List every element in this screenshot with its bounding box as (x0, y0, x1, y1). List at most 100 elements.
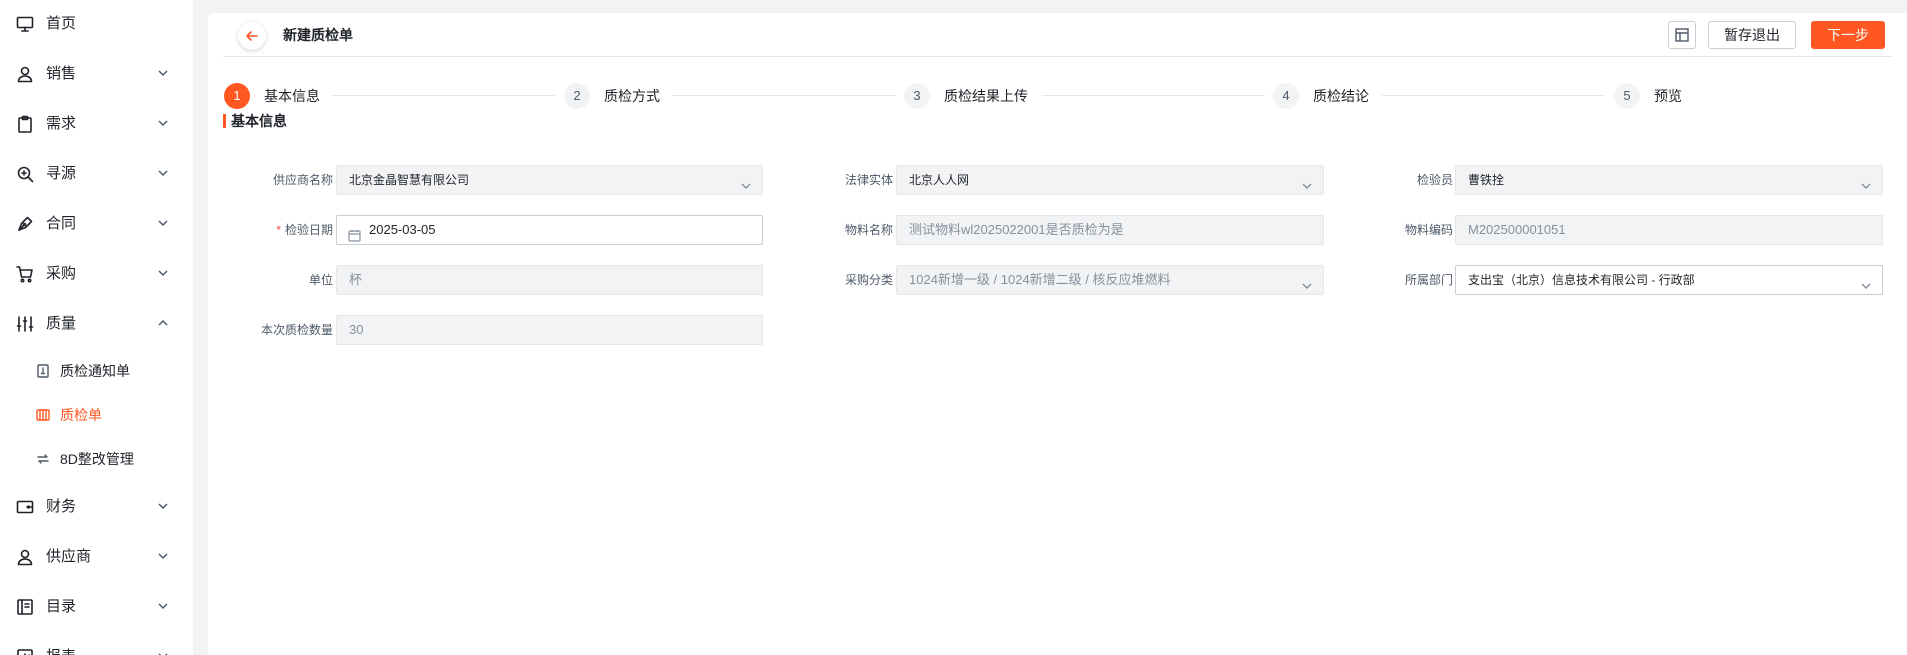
sidebar-item-label: 财务 (46, 498, 77, 515)
step-connector (332, 95, 555, 96)
sidebar-item-label: 首页 (46, 15, 77, 32)
inspection-date-input[interactable] (369, 216, 669, 244)
department-value: 支出宝（北京）信息技术有限公司 - 行政部 (1468, 273, 1695, 287)
step-label: 质检结论 (1313, 88, 1369, 104)
chevron-down-icon (156, 649, 170, 655)
legal-entity-select[interactable]: 北京人人网 (896, 165, 1324, 195)
book-icon (15, 597, 35, 617)
sidebar-item-supplier[interactable]: 供应商 (0, 536, 193, 576)
sidebar-item-finance[interactable]: 财务 (0, 486, 193, 526)
supplier-select[interactable]: 北京金晶智慧有限公司 (336, 165, 763, 195)
sidebar-item-label: 供应商 (46, 548, 92, 565)
step-label: 预览 (1654, 88, 1682, 104)
supplier-icon (15, 547, 35, 567)
sidebar-item-label: 需求 (46, 115, 77, 132)
sidebar-item-sales[interactable]: 销售 (0, 53, 193, 93)
inspection-date-field[interactable] (336, 215, 763, 245)
section-title: 基本信息 (223, 111, 287, 131)
search-icon (15, 164, 35, 184)
user-icon (15, 64, 35, 84)
inspector-select[interactable]: 曹铁拴 (1455, 165, 1883, 195)
sidebar: 首页 销售 需求 寻源 合同 采购 质量 质检通知单 质检单 8D整改管理 财务… (0, 0, 193, 655)
sidebar-subitem-label: 质检通知单 (60, 363, 130, 379)
department-select[interactable]: 支出宝（北京）信息技术有限公司 - 行政部 (1455, 265, 1883, 295)
category-select: 1024新增一级 / 1024新增二级 / 核反应堆燃料 (896, 265, 1324, 295)
back-button[interactable] (238, 22, 266, 50)
chevron-down-icon (156, 549, 170, 563)
step-number: 4 (1273, 83, 1299, 109)
inspector-value: 曹铁拴 (1468, 173, 1505, 187)
step-number: 5 (1614, 83, 1640, 109)
category-label: 采购分类 (844, 273, 893, 287)
material-code-label: 物料编码 (1404, 223, 1453, 237)
supplier-label: 供应商名称 (272, 173, 333, 187)
monitor-icon (15, 14, 35, 34)
layout-icon (1675, 28, 1689, 42)
material-name-label: 物料名称 (844, 223, 893, 237)
save-exit-button[interactable]: 暂存退出 (1708, 21, 1796, 49)
sidebar-item-report[interactable]: 报表 (0, 636, 193, 655)
sidebar-subitem-label: 8D整改管理 (60, 451, 134, 467)
unit-field: 杯 (336, 265, 763, 295)
sliders-icon (15, 314, 35, 334)
page-title: 新建质检单 (283, 27, 353, 43)
next-step-button[interactable]: 下一步 (1811, 21, 1885, 49)
step-label: 质检结果上传 (944, 88, 1028, 104)
chevron-down-icon (156, 66, 170, 80)
step-connector (1382, 95, 1605, 96)
sidebar-item-quality[interactable]: 质量 (0, 303, 193, 343)
sidebar-item-home[interactable]: 首页 (0, 3, 193, 43)
inspection-quantity-label: 本次质检数量 (260, 323, 333, 337)
chevron-down-icon (156, 599, 170, 613)
main-card: 新建质检单 暂存退出 下一步 1 基本信息 2 质检方式 3 质检结果上传 4 … (208, 13, 1907, 655)
chevron-up-icon (156, 316, 170, 330)
sidebar-item-label: 寻源 (46, 165, 77, 182)
chevron-down-icon (1301, 274, 1313, 289)
sidebar-item-label: 合同 (46, 215, 77, 232)
required-mark: * (276, 223, 281, 237)
chevron-down-icon (740, 174, 752, 189)
department-label: 所属部门 (1404, 273, 1453, 287)
chevron-down-icon (156, 166, 170, 180)
chevron-down-icon (1301, 174, 1313, 189)
calendar-icon (348, 224, 361, 242)
notice-icon (35, 363, 51, 379)
sidebar-item-sourcing[interactable]: 寻源 (0, 153, 193, 193)
arrow-left-icon (246, 31, 258, 41)
inspector-label: 检验员 (1416, 173, 1453, 187)
sidebar-item-catalog[interactable]: 目录 (0, 586, 193, 626)
unit-label: 单位 (308, 273, 333, 287)
sidebar-item-label: 质量 (46, 315, 77, 332)
step-connector (672, 95, 895, 96)
chevron-down-icon (1860, 174, 1872, 189)
step-number: 2 (564, 83, 590, 109)
inspection-quantity-field: 30 (336, 315, 763, 345)
sidebar-subitem-inspection-order[interactable]: 质检单 (0, 397, 193, 433)
unit-value: 杯 (349, 272, 363, 287)
step-connector (1042, 95, 1265, 96)
material-name-value: 测试物料wl2025022001是否质检为是 (909, 222, 1124, 237)
chevron-down-icon (156, 266, 170, 280)
sidebar-item-label: 采购 (46, 265, 77, 282)
clipboard-icon (15, 114, 35, 134)
sidebar-item-demand[interactable]: 需求 (0, 103, 193, 143)
legal-entity-value: 北京人人网 (909, 173, 970, 187)
report-icon (15, 647, 35, 655)
sidebar-subitem-8d[interactable]: 8D整改管理 (0, 441, 193, 477)
sidebar-item-contract[interactable]: 合同 (0, 203, 193, 243)
step-number: 3 (904, 83, 930, 109)
chevron-down-icon (1860, 274, 1872, 289)
sidebar-subitem-inspection-notice[interactable]: 质检通知单 (0, 353, 193, 389)
inspection-quantity-value: 30 (349, 322, 364, 337)
chevron-down-icon (156, 499, 170, 513)
sidebar-item-label: 销售 (46, 65, 77, 82)
pen-icon (15, 214, 35, 234)
layout-toggle-button[interactable] (1668, 21, 1696, 49)
chevron-down-icon (156, 116, 170, 130)
inspection-date-label: * 检验日期 (276, 223, 333, 237)
category-value: 1024新增一级 / 1024新增二级 / 核反应堆燃料 (909, 272, 1171, 287)
chevron-down-icon (156, 216, 170, 230)
cart-icon (15, 264, 35, 284)
step-number: 1 (224, 83, 250, 109)
sidebar-item-purchase[interactable]: 采购 (0, 253, 193, 293)
